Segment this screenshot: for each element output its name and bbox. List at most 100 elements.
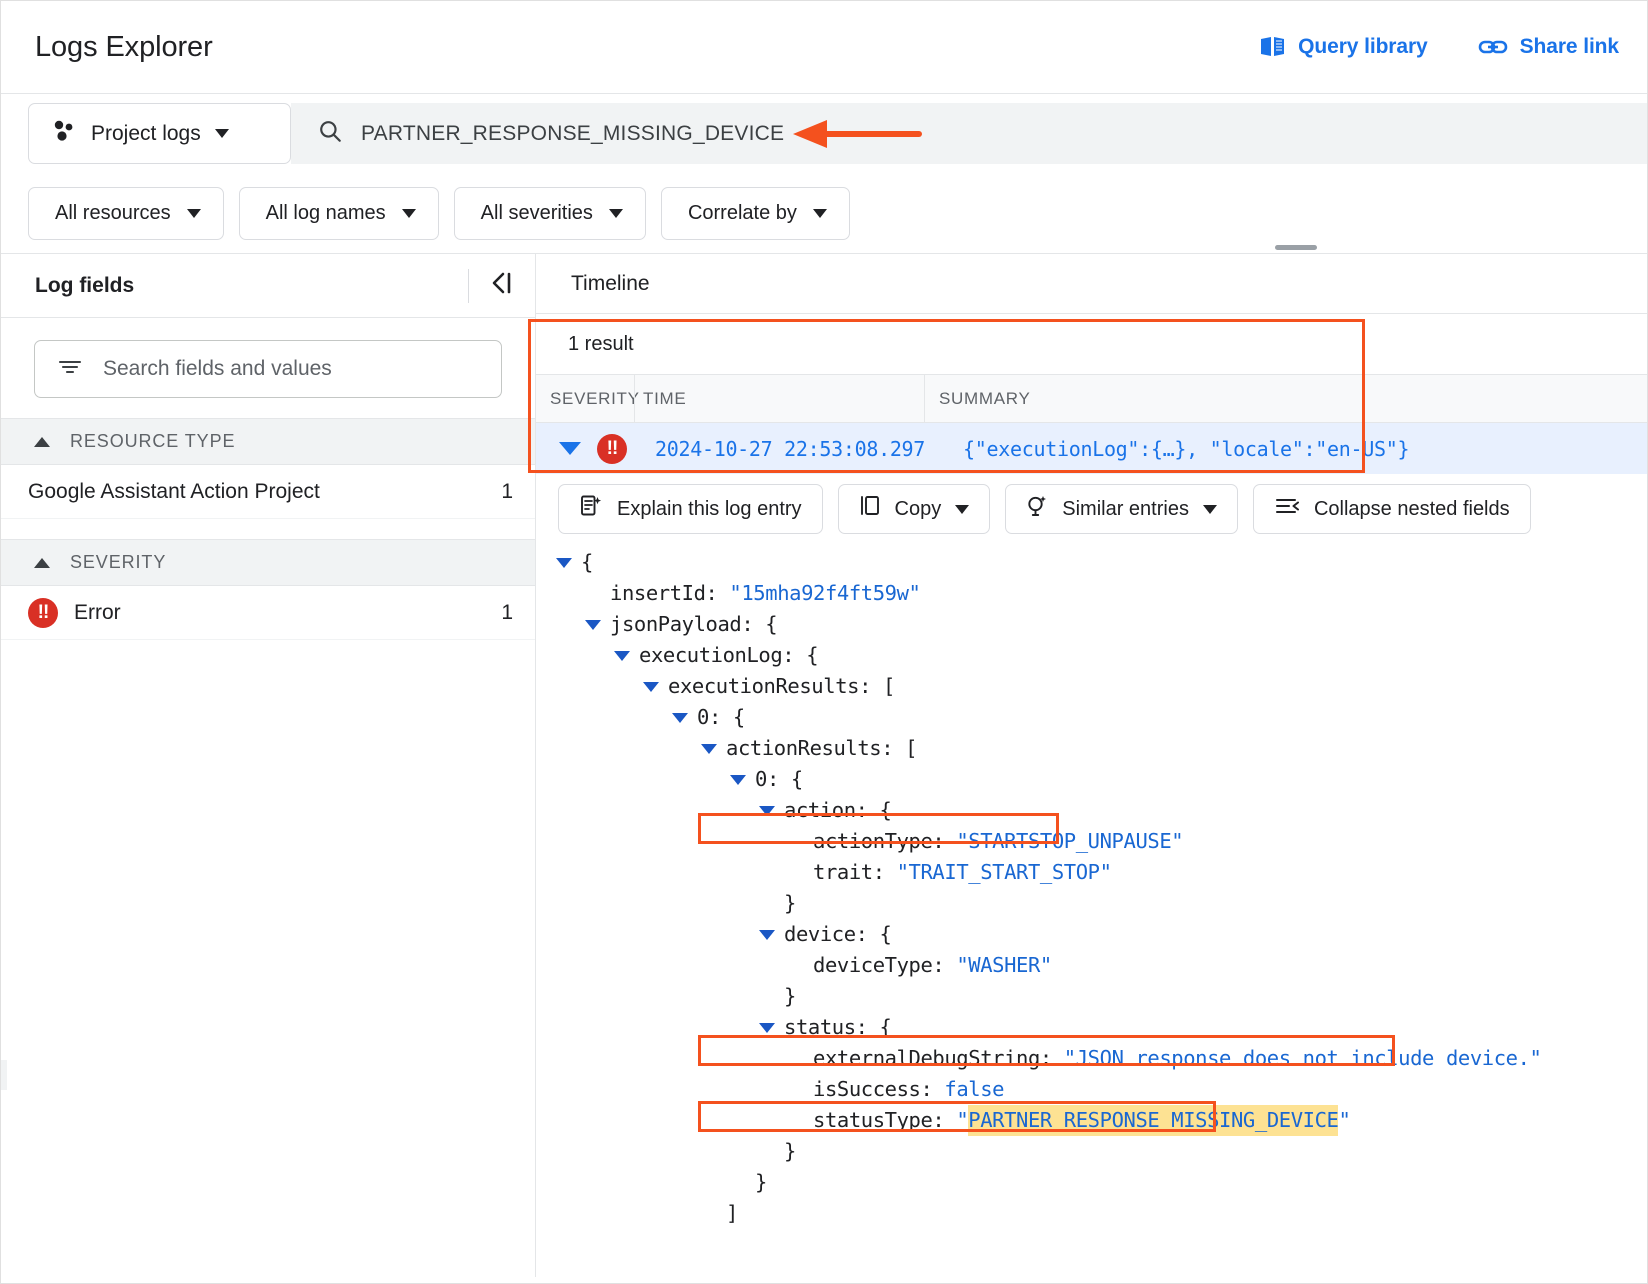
table-row[interactable]: !! 2024-10-27 22:53:08.297 {"executionLo… xyxy=(536,423,1647,474)
list-item[interactable]: Google Assistant Action Project 1 xyxy=(1,465,535,519)
chevron-down-icon[interactable] xyxy=(559,442,581,455)
column-severity: SEVERITY xyxy=(536,389,634,409)
filter-list-icon xyxy=(57,357,83,382)
json-line: deviceType: "WASHER" xyxy=(536,950,1647,981)
collapse-panel-button[interactable] xyxy=(468,269,517,303)
expand-triangle-icon[interactable] xyxy=(643,682,659,692)
expand-triangle-icon[interactable] xyxy=(759,1023,775,1033)
log-timestamp: 2024-10-27 22:53:08.297 xyxy=(655,437,925,461)
query-bar: Project logs PARTNER_RESPONSE_MISSING_DE… xyxy=(1,94,1647,173)
collapse-nested-fields-button[interactable]: Collapse nested fields xyxy=(1253,484,1531,534)
json-key: trait: xyxy=(813,857,897,888)
json-key: statusType: xyxy=(813,1105,956,1136)
log-fields-panel: Log fields Search xyxy=(1,254,536,1277)
json-value: false xyxy=(944,1074,1004,1105)
main-body: Log fields Search xyxy=(1,253,1647,1277)
search-fields-placeholder: Search fields and values xyxy=(103,357,332,381)
json-token: device: { xyxy=(784,919,891,950)
divider xyxy=(468,269,469,303)
json-token: 0: { xyxy=(697,702,745,733)
filter-all-resources[interactable]: All resources xyxy=(28,187,224,240)
book-icon xyxy=(1260,36,1286,58)
filter-bar: All resources All log names All severiti… xyxy=(1,173,1647,253)
section-severity[interactable]: SEVERITY xyxy=(1,539,535,586)
log-entry-actions: Explain this log entry Copy xyxy=(536,474,1647,537)
expand-triangle-icon[interactable] xyxy=(730,775,746,785)
json-token: { xyxy=(581,547,593,578)
share-link-button[interactable]: Share link xyxy=(1478,35,1619,59)
log-summary: {"executionLog":{…}, "locale":"en-US"} xyxy=(963,437,1409,461)
json-line: isSuccess: false xyxy=(536,1074,1647,1105)
panel-resize-handle[interactable] xyxy=(1275,245,1317,250)
expand-triangle-icon[interactable] xyxy=(556,558,572,568)
expand-triangle-icon[interactable] xyxy=(759,806,775,816)
explain-icon xyxy=(579,494,603,524)
results-table-header: SEVERITY TIME SUMMARY xyxy=(536,374,1647,423)
json-value-highlighted: PARTNER_RESPONSE_MISSING_DEVICE xyxy=(968,1105,1338,1136)
explain-log-entry-button[interactable]: Explain this log entry xyxy=(558,484,823,534)
search-icon xyxy=(317,118,343,149)
chevron-up-icon xyxy=(34,558,50,568)
log-fields-title: Log fields xyxy=(35,274,134,298)
json-key: actionType: xyxy=(813,826,956,857)
share-link-label: Share link xyxy=(1520,35,1619,59)
page-title: Logs Explorer xyxy=(35,31,213,64)
similar-entries-label: Similar entries xyxy=(1062,498,1189,521)
json-token: } xyxy=(755,1167,767,1198)
json-token: } xyxy=(784,888,796,919)
section-severity-label: SEVERITY xyxy=(70,552,166,573)
chevron-down-icon xyxy=(187,209,201,218)
resource-type-count: 1 xyxy=(501,480,513,504)
json-token: } xyxy=(784,981,796,1012)
json-line: jsonPayload: { xyxy=(536,609,1647,640)
link-icon xyxy=(1478,36,1508,58)
json-line: insertId: "15mha92f4ft59w" xyxy=(536,578,1647,609)
collapse-nested-fields-label: Collapse nested fields xyxy=(1314,498,1510,521)
filter-correlate-by[interactable]: Correlate by xyxy=(661,187,850,240)
json-line: 0: { xyxy=(536,702,1647,733)
json-key: externalDebugString: xyxy=(813,1043,1064,1074)
chevron-down-icon xyxy=(813,209,827,218)
column-time: TIME xyxy=(634,375,924,422)
similar-entries-button[interactable]: Similar entries xyxy=(1005,484,1238,534)
json-key: insertId: xyxy=(610,578,729,609)
chevron-down-icon xyxy=(955,505,969,514)
json-value: "15mha92f4ft59w" xyxy=(729,578,920,609)
json-token: jsonPayload: { xyxy=(610,609,777,640)
filter-all-log-names[interactable]: All log names xyxy=(239,187,439,240)
json-token: action: { xyxy=(784,795,891,826)
filter-all-resources-label: All resources xyxy=(55,202,171,225)
json-token: status: { xyxy=(784,1012,891,1043)
query-search-value: PARTNER_RESPONSE_MISSING_DEVICE xyxy=(361,122,784,146)
json-payload-tree: {insertId: "15mha92f4ft59w"jsonPayload: … xyxy=(536,537,1647,1229)
copy-button[interactable]: Copy xyxy=(838,484,991,534)
severity-name: Error xyxy=(74,601,121,625)
query-search-field[interactable]: PARTNER_RESPONSE_MISSING_DEVICE xyxy=(291,103,1647,164)
similar-icon xyxy=(1026,494,1048,524)
filter-all-severities[interactable]: All severities xyxy=(454,187,646,240)
expand-triangle-icon[interactable] xyxy=(614,651,630,661)
search-fields-input[interactable]: Search fields and values xyxy=(34,340,502,398)
collapse-icon xyxy=(1274,495,1300,523)
json-token: executionLog: { xyxy=(639,640,818,671)
json-line: } xyxy=(536,1136,1647,1167)
expand-triangle-icon[interactable] xyxy=(701,744,717,754)
project-logs-selector[interactable]: Project logs xyxy=(28,103,291,164)
json-value: "WASHER" xyxy=(956,950,1052,981)
expand-triangle-icon[interactable] xyxy=(672,713,688,723)
list-item[interactable]: !! Error 1 xyxy=(1,586,535,640)
json-line: } xyxy=(536,1167,1647,1198)
json-token: 0: { xyxy=(755,764,803,795)
query-library-button[interactable]: Query library xyxy=(1260,35,1427,59)
expand-triangle-icon[interactable] xyxy=(759,930,775,940)
column-summary: SUMMARY xyxy=(924,375,1647,422)
project-logs-label: Project logs xyxy=(91,122,201,146)
error-icon: !! xyxy=(28,598,58,628)
json-line: actionType: "STARTSTOP_UNPAUSE" xyxy=(536,826,1647,857)
collapse-left-icon xyxy=(487,270,517,301)
chevron-down-icon xyxy=(609,209,623,218)
filter-all-log-names-label: All log names xyxy=(266,202,386,225)
section-resource-type[interactable]: RESOURCE TYPE xyxy=(1,418,535,465)
expand-triangle-icon[interactable] xyxy=(585,620,601,630)
json-line: trait: "TRAIT_START_STOP" xyxy=(536,857,1647,888)
